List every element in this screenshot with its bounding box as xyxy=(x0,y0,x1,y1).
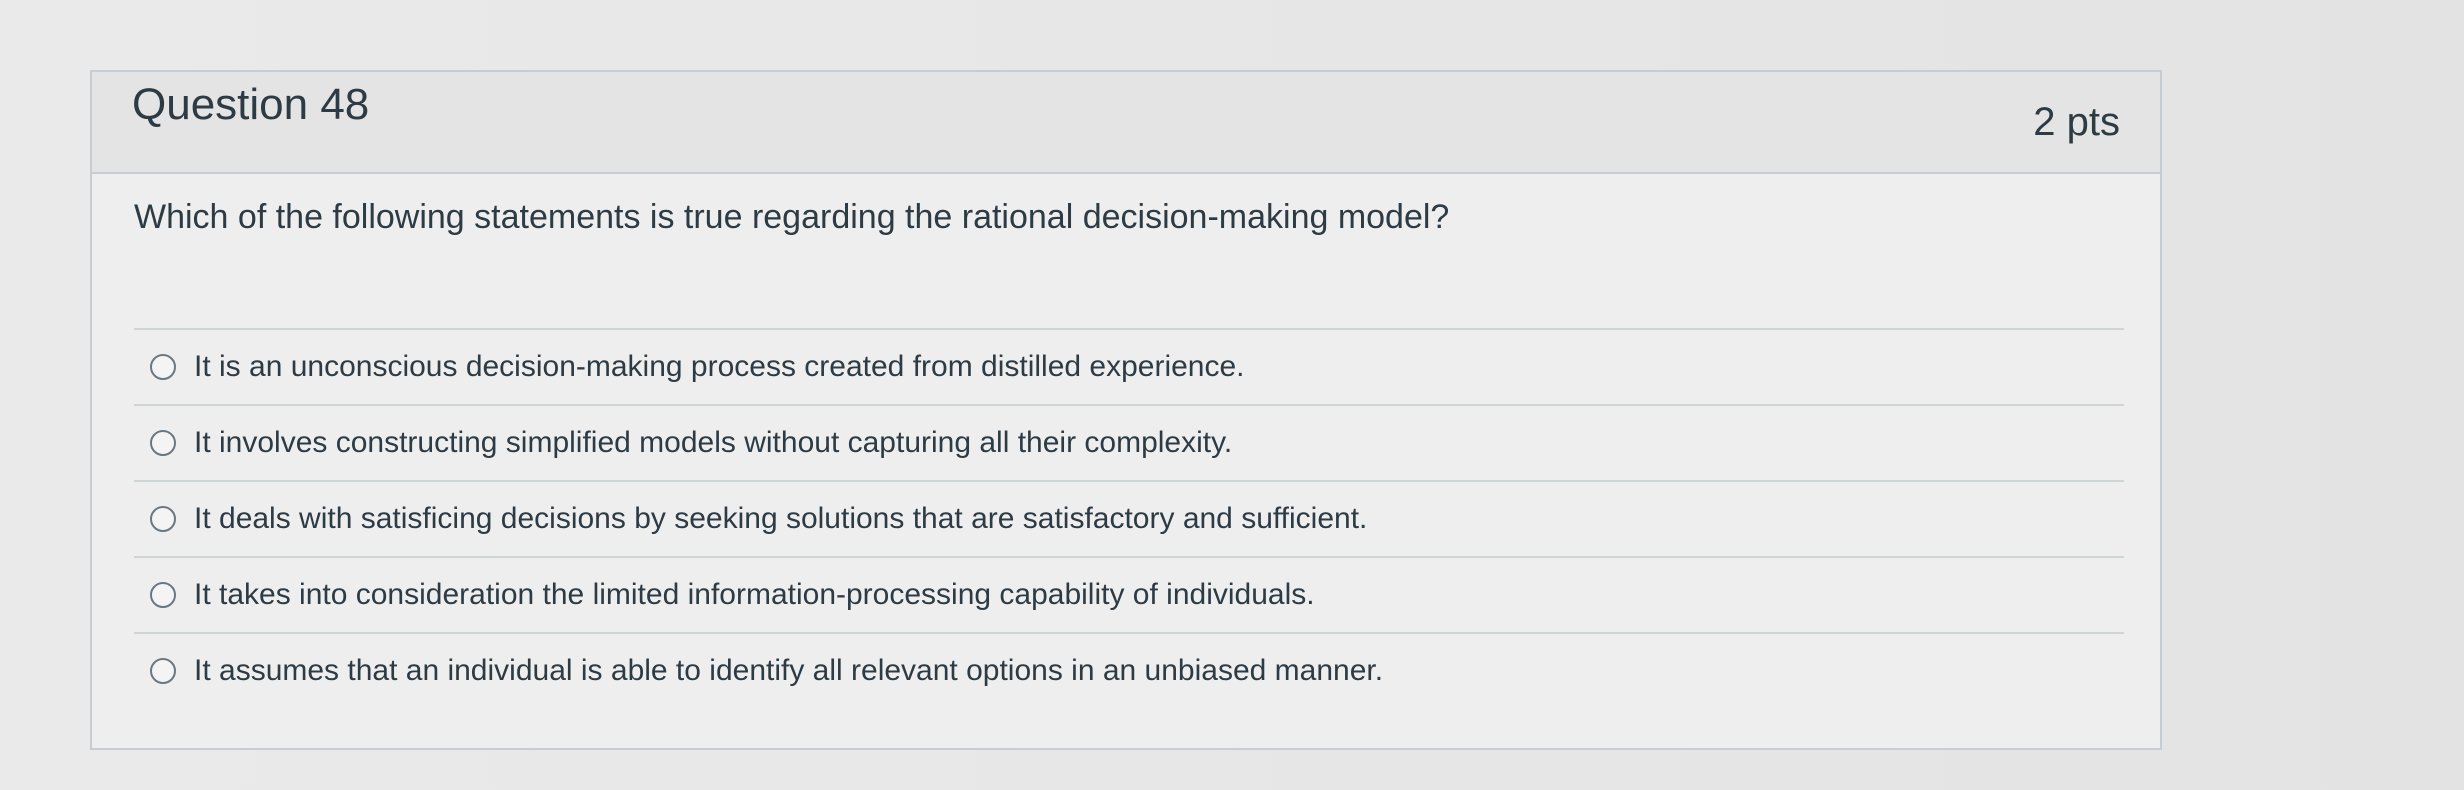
answer-option[interactable]: It assumes that an individual is able to… xyxy=(134,632,2124,708)
answer-list: It is an unconscious decision-making pro… xyxy=(134,328,2124,708)
answer-option[interactable]: It involves constructing simplified mode… xyxy=(134,404,2124,480)
answer-option[interactable]: It deals with satisficing decisions by s… xyxy=(134,480,2124,556)
radio-button[interactable] xyxy=(150,354,176,380)
radio-button[interactable] xyxy=(150,430,176,456)
question-points: 2 pts xyxy=(2033,100,2120,144)
question-text: Which of the following statements is tru… xyxy=(134,198,1450,236)
question-card: Question 48 2 pts Which of the following… xyxy=(90,70,2162,750)
answer-option[interactable]: It is an unconscious decision-making pro… xyxy=(134,328,2124,404)
answer-label: It assumes that an individual is able to… xyxy=(194,654,1384,687)
radio-button[interactable] xyxy=(150,582,176,608)
answer-label: It involves constructing simplified mode… xyxy=(194,426,1233,459)
radio-button[interactable] xyxy=(150,658,176,684)
answer-label: It deals with satisficing decisions by s… xyxy=(194,502,1368,535)
question-header: Question 48 2 pts xyxy=(92,72,2160,174)
answer-label: It is an unconscious decision-making pro… xyxy=(194,350,1245,383)
question-title: Question 48 xyxy=(132,80,370,129)
answer-label: It takes into consideration the limited … xyxy=(194,578,1315,611)
answer-option[interactable]: It takes into consideration the limited … xyxy=(134,556,2124,632)
radio-button[interactable] xyxy=(150,506,176,532)
